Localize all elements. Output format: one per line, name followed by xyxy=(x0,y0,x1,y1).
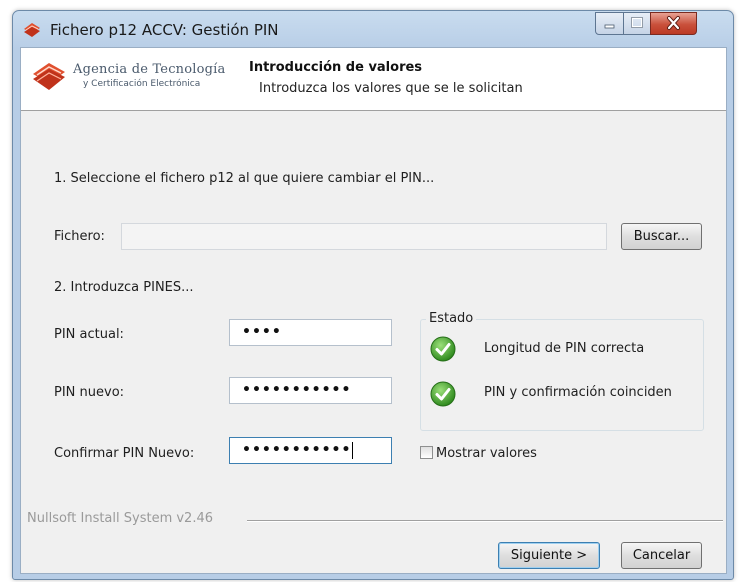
footer-separator xyxy=(247,520,723,522)
accv-logo-icon xyxy=(33,63,65,90)
logo-subtext: y Certificación Electrónica xyxy=(83,79,201,89)
logo-text: Agencia de Tecnología xyxy=(73,62,226,77)
close-icon xyxy=(667,16,680,30)
app-logo-icon xyxy=(24,23,40,37)
maximize-button[interactable] xyxy=(623,12,651,35)
wizard-header: Agencia de Tecnología y Certificación El… xyxy=(21,48,726,111)
show-values-checkbox[interactable] xyxy=(420,446,433,459)
window-title: Fichero p12 ACCV: Gestión PIN xyxy=(50,21,279,39)
close-button[interactable] xyxy=(650,12,697,35)
current-pin-input[interactable]: •••• xyxy=(229,319,392,346)
maximize-icon xyxy=(631,17,643,28)
confirm-pin-value: ••••••••••• xyxy=(242,442,352,458)
status-group-label: Estado xyxy=(426,311,477,326)
length-status-text: Longitud de PIN correcta xyxy=(484,341,645,356)
confirm-pin-label: Confirmar PIN Nuevo: xyxy=(54,446,195,461)
show-values-label[interactable]: Mostrar valores xyxy=(436,446,537,461)
page-title: Introducción de valores xyxy=(249,60,423,75)
match-status-text: PIN y confirmación coinciden xyxy=(484,385,672,400)
step1-label: 1. Seleccione el fichero p12 al que quie… xyxy=(54,171,435,186)
file-path-input xyxy=(121,223,607,250)
dialog-client-area: Agencia de Tecnología y Certificación El… xyxy=(20,47,727,574)
cancel-button[interactable]: Cancelar xyxy=(621,542,702,569)
new-pin-label: PIN nuevo: xyxy=(54,385,125,400)
file-label: Fichero: xyxy=(54,229,105,244)
current-pin-label: PIN actual: xyxy=(54,327,124,342)
next-button[interactable]: Siguiente > xyxy=(498,542,600,569)
green-checkmark-icon xyxy=(430,381,456,407)
dialog-window: Fichero p12 ACCV: Gestión PIN Agencia de… xyxy=(12,10,734,580)
page-subtitle: Introduzca los valores que se le solicit… xyxy=(259,81,523,96)
confirm-pin-input[interactable]: ••••••••••• xyxy=(229,437,392,464)
minimize-icon xyxy=(604,24,615,29)
installer-branding: Nullsoft Install System v2.46 xyxy=(27,511,214,526)
green-checkmark-icon xyxy=(430,336,456,362)
browse-button[interactable]: Buscar... xyxy=(621,223,702,250)
minimize-button[interactable] xyxy=(595,12,624,35)
status-groupbox xyxy=(420,319,704,431)
title-bar[interactable]: Fichero p12 ACCV: Gestión PIN xyxy=(13,11,733,47)
text-caret xyxy=(352,441,354,459)
new-pin-input[interactable]: ••••••••••• xyxy=(229,377,392,404)
step2-label: 2. Introduzca PINES... xyxy=(54,280,194,295)
